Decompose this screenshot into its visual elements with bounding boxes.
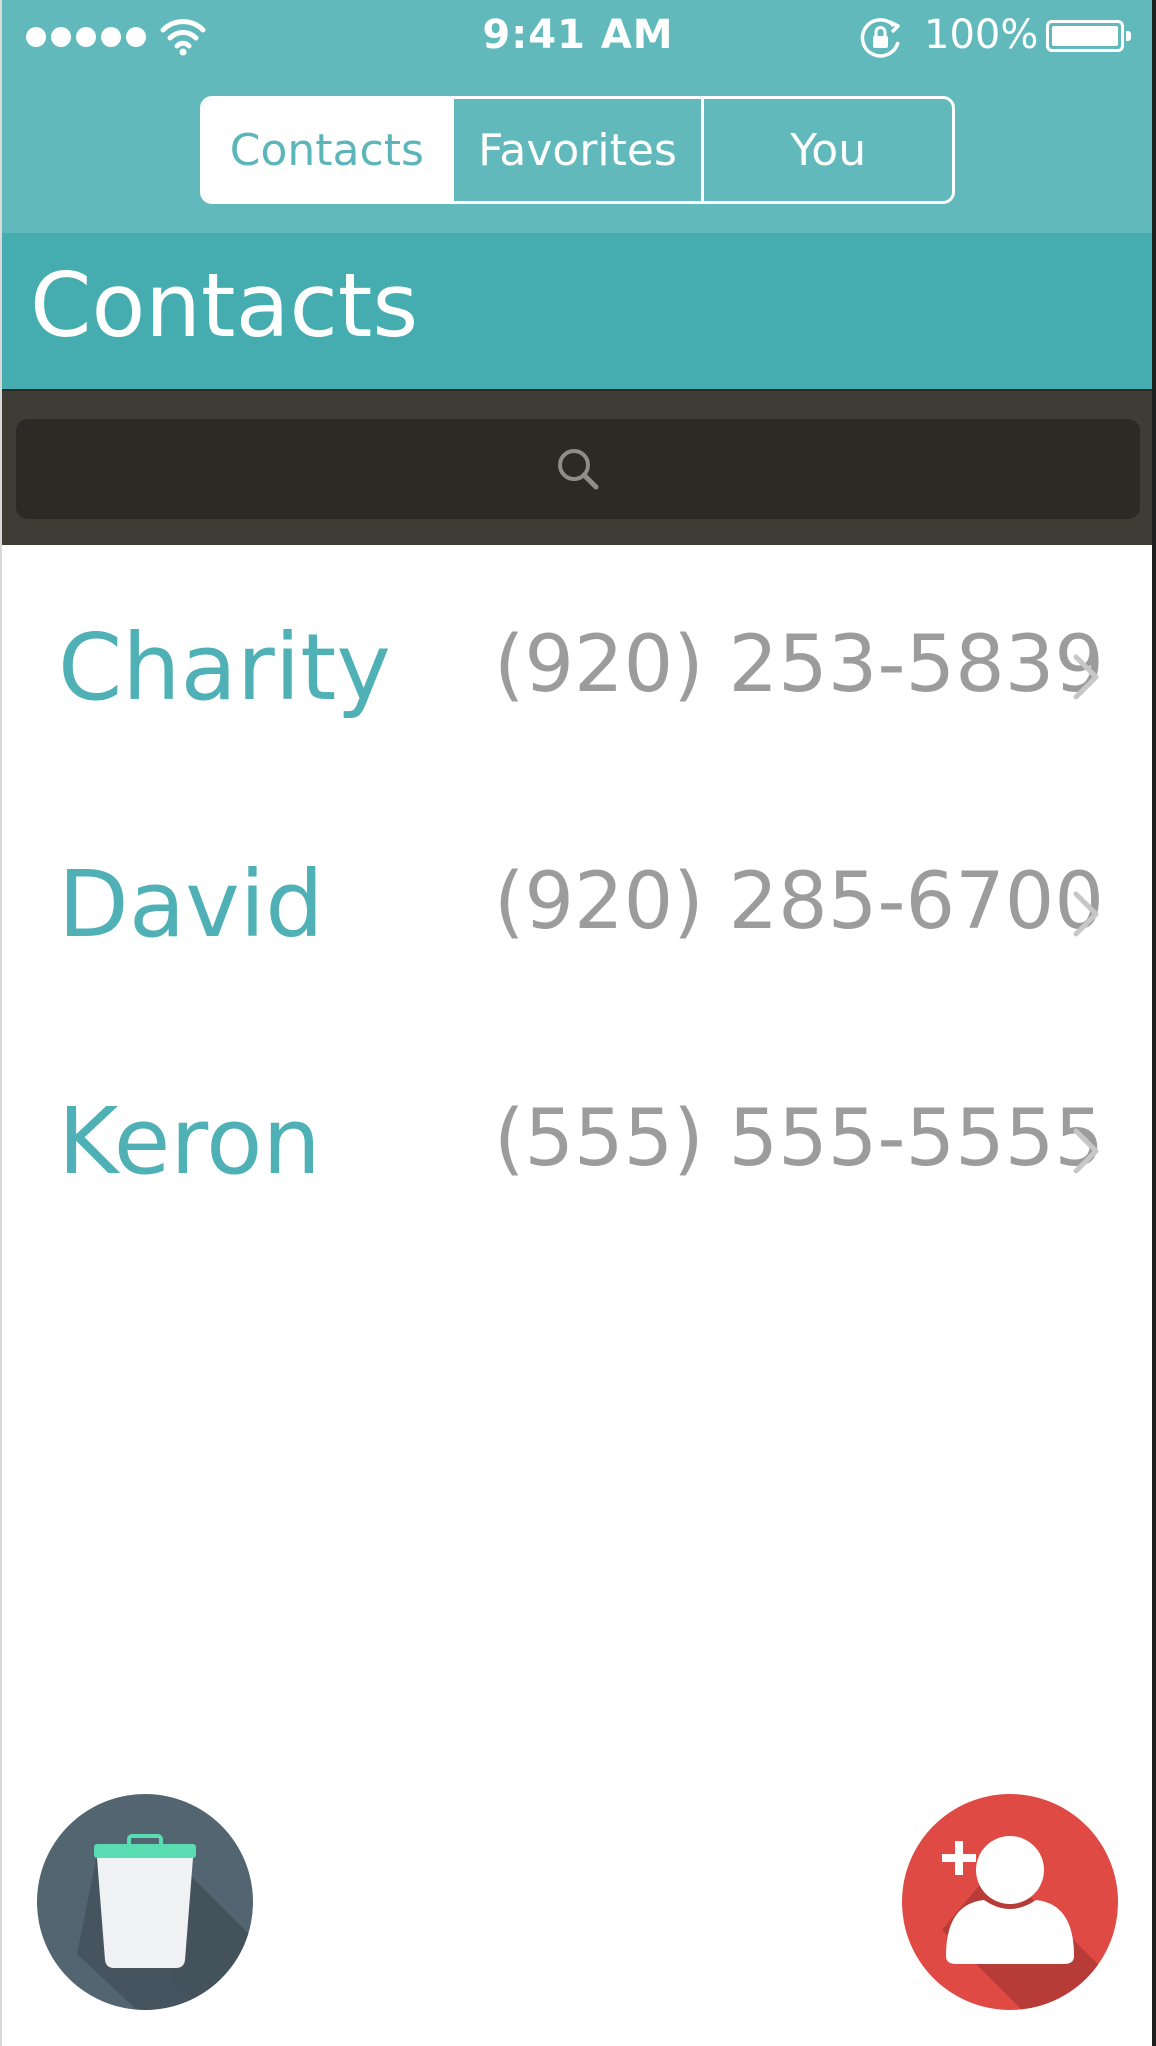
add-contact-icon (942, 1836, 1118, 2010)
battery-percent: 100% (924, 12, 1039, 58)
delete-button[interactable] (37, 1794, 253, 2010)
page-title: Contacts (30, 254, 419, 357)
contact-row-keron[interactable]: Keron (555) 555-5555 (0, 1019, 1156, 1256)
contacts-screen: 9:41 AM 100% Contacts Favorites You Cont… (0, 0, 1156, 2046)
battery-full-icon (1046, 20, 1131, 52)
contact-list: Charity (920) 253-5839 David (920) 285-6… (0, 545, 1156, 1256)
segmented-control: Contacts Favorites You (200, 96, 955, 204)
header: 9:41 AM 100% Contacts Favorites You (0, 0, 1156, 233)
contact-phone: (920) 285-6700 (494, 857, 1105, 947)
frame-right-edge (1152, 0, 1156, 2046)
title-bar: Contacts (0, 233, 1156, 389)
contact-phone: (920) 253-5839 (494, 620, 1105, 710)
status-time: 9:41 AM (482, 12, 674, 58)
frame-left-edge (0, 0, 2, 2046)
status-bar: 9:41 AM 100% (0, 0, 1156, 72)
contact-phone: (555) 555-5555 (494, 1094, 1105, 1184)
chevron-right-icon (1073, 654, 1099, 700)
contact-name: David (58, 851, 324, 958)
add-contact-button[interactable] (902, 1794, 1118, 2010)
tab-you[interactable]: You (704, 99, 952, 201)
contact-row-charity[interactable]: Charity (920) 253-5839 (0, 545, 1156, 782)
search-input[interactable] (16, 419, 1140, 519)
trash-icon (77, 1834, 253, 2010)
contact-name: Charity (58, 614, 391, 721)
search-icon (558, 449, 599, 490)
tab-contacts[interactable]: Contacts (203, 99, 454, 201)
signal-dots-icon (26, 27, 146, 47)
search-bar (0, 389, 1156, 545)
chevron-right-icon (1073, 1128, 1099, 1174)
chevron-right-icon (1073, 891, 1099, 937)
wifi-icon (160, 19, 206, 56)
contact-name: Keron (58, 1088, 321, 1195)
contact-row-david[interactable]: David (920) 285-6700 (0, 782, 1156, 1019)
rotation-lock-icon (860, 18, 900, 58)
tab-favorites[interactable]: Favorites (454, 99, 705, 201)
